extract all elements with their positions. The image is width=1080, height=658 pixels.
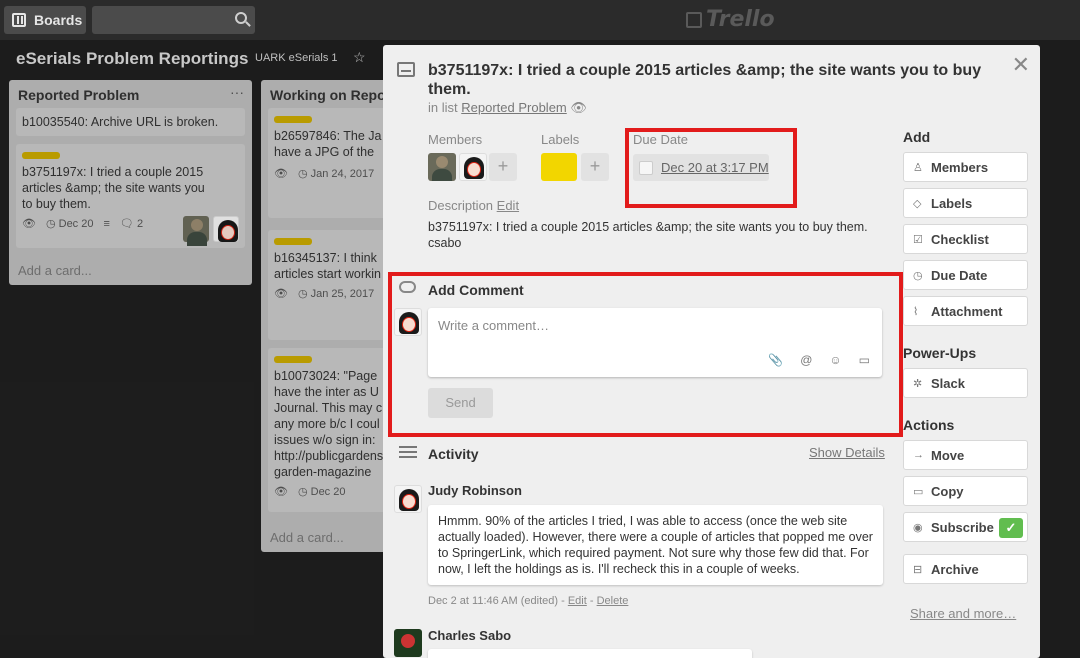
add-label-button[interactable]: + <box>581 153 609 181</box>
eye-icon: ◉ <box>913 521 923 534</box>
delete-comment-link[interactable]: Delete <box>597 595 629 607</box>
activity-heading: Activity <box>428 446 479 462</box>
comment-meta: Dec 2 at 11:46 AM (edited) - Edit - Dele… <box>428 595 629 607</box>
edit-description-link[interactable]: Edit <box>497 198 519 213</box>
arrow-right-icon: → <box>913 449 924 461</box>
card-label-yellow[interactable] <box>541 153 577 181</box>
members-label: Members <box>428 132 483 147</box>
boards-label: Boards <box>34 12 83 28</box>
card-icon <box>397 62 415 77</box>
in-list-text: in list Reported Problem 👁 <box>428 100 587 115</box>
show-details-link[interactable]: Show Details <box>809 445 885 460</box>
slack-icon: ✲ <box>913 377 923 390</box>
copy-button[interactable]: ▭ Copy <box>903 476 1028 506</box>
slack-button[interactable]: ✲ Slack <box>903 368 1028 398</box>
subscribe-button[interactable]: ◉ Subscribe ✓ <box>903 512 1028 542</box>
person-icon: ♙ <box>913 161 923 174</box>
commenter-avatar[interactable] <box>394 485 422 513</box>
add-member-button[interactable]: + <box>489 153 517 181</box>
description-text: b3751197x: I tried a couple 2015 article… <box>428 220 868 250</box>
logo-icon <box>686 11 702 28</box>
search-icon[interactable] <box>235 12 247 24</box>
add-heading: Add <box>903 129 931 145</box>
highlight-due-date <box>625 128 797 208</box>
clock-icon: ◷ <box>913 269 923 282</box>
comment-text <box>428 649 752 658</box>
copy-icon: ▭ <box>913 485 924 498</box>
card-detail-title[interactable]: b3751197x: I tried a couple 2015 article… <box>428 61 988 99</box>
boards-button[interactable]: Boards <box>4 6 86 34</box>
share-and-more-link[interactable]: Share and more… <box>910 606 1016 621</box>
labels-label: Labels <box>541 132 580 147</box>
edit-comment-link[interactable]: Edit <box>568 595 587 607</box>
search-input[interactable] <box>92 6 255 34</box>
card-detail-window: ✕ b3751197x: I tried a couple 2015 artic… <box>383 45 1040 658</box>
commenter-avatar[interactable] <box>394 629 422 657</box>
member-avatar[interactable] <box>459 153 487 181</box>
archive-button[interactable]: ⊟ Archive <box>903 554 1028 584</box>
archive-icon: ⊟ <box>913 563 923 576</box>
comment-author[interactable]: Charles Sabo <box>428 628 511 643</box>
checklist-icon: ☑ <box>913 233 923 246</box>
comment-text: Hmmm. 90% of the articles I tried, I was… <box>428 505 883 585</box>
paperclip-icon: ⌇ <box>913 305 919 318</box>
trello-logo[interactable]: Trello <box>686 7 775 32</box>
tag-icon: ◇ <box>913 197 922 210</box>
activity-icon <box>399 446 417 460</box>
attachment-button[interactable]: ⌇ Attachment <box>903 296 1028 326</box>
move-button[interactable]: → Move <box>903 440 1028 470</box>
labels-button[interactable]: ◇ Labels <box>903 188 1028 218</box>
list-link[interactable]: Reported Problem <box>461 100 567 115</box>
logo-text: Trello <box>706 7 775 32</box>
boards-icon <box>12 13 26 27</box>
due-date-button[interactable]: ◷ Due Date <box>903 260 1028 290</box>
highlight-add-comment <box>388 272 903 437</box>
member-avatar[interactable] <box>428 153 456 181</box>
watch-icon[interactable]: 👁 <box>570 100 587 115</box>
close-icon[interactable]: ✕ <box>1012 52 1030 78</box>
power-ups-heading: Power-Ups <box>903 345 977 361</box>
comment-author[interactable]: Judy Robinson <box>428 483 522 498</box>
check-icon: ✓ <box>999 518 1023 538</box>
description-header: Description Edit <box>428 198 520 213</box>
members-button[interactable]: ♙ Members <box>903 152 1028 182</box>
top-bar: Boards Trello <box>0 0 1080 40</box>
checklist-button[interactable]: ☑ Checklist <box>903 224 1028 254</box>
actions-heading: Actions <box>903 417 955 433</box>
